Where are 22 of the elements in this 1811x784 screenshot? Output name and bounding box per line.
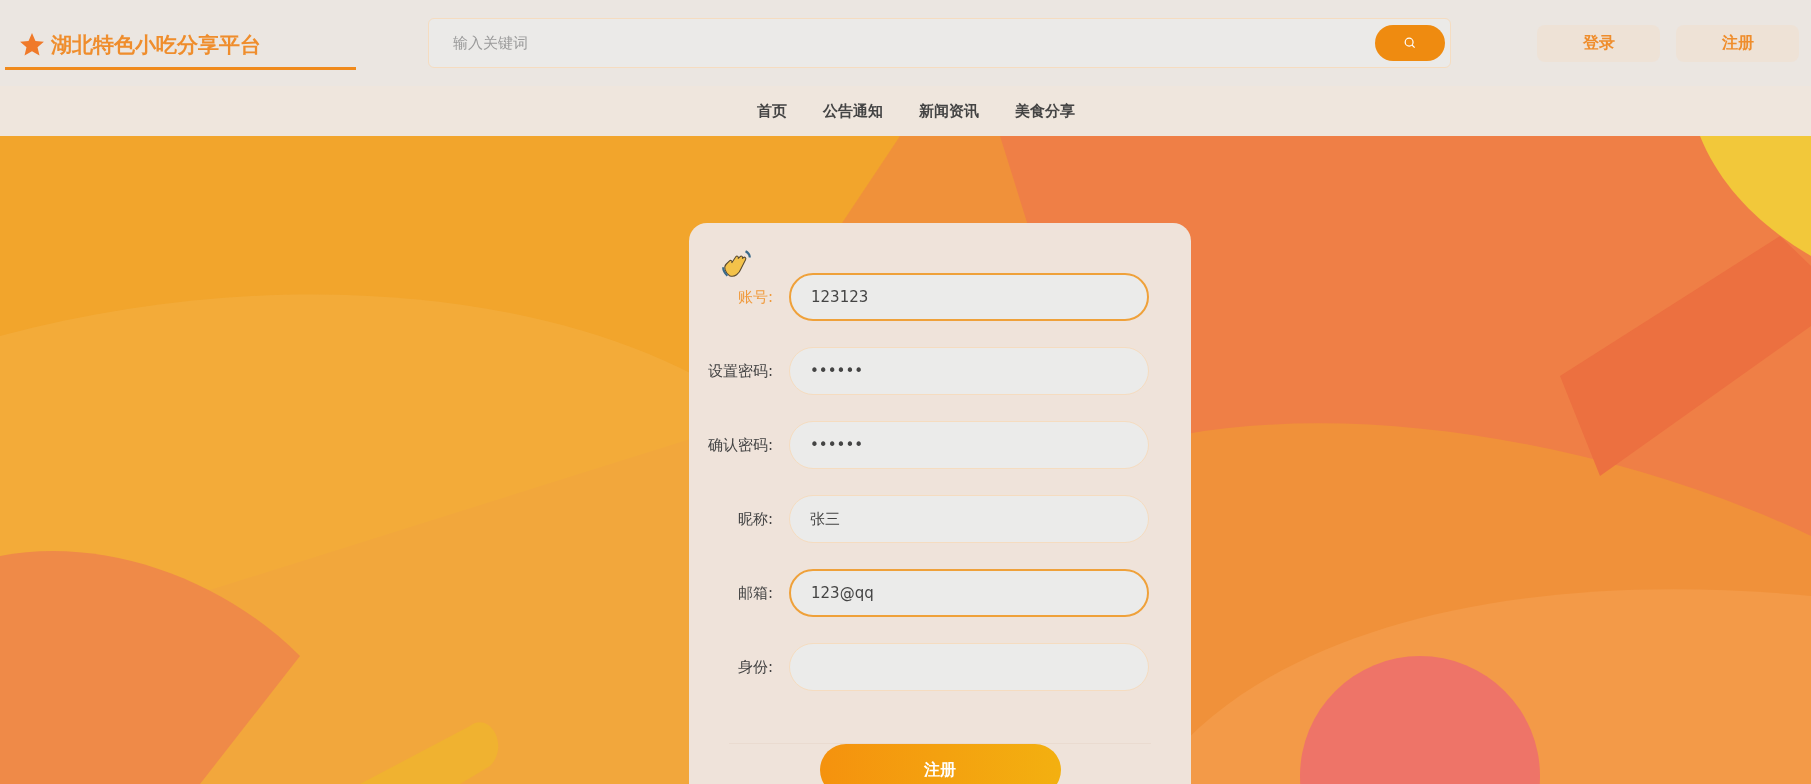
nav-link[interactable]: 公告通知 xyxy=(822,101,883,121)
site-title: 湖北特色小吃分享平台 xyxy=(51,31,261,59)
search-icon xyxy=(1403,36,1417,50)
field-label: 确认密码: xyxy=(706,435,773,455)
input-field[interactable]: •••••• xyxy=(789,421,1149,469)
search-field[interactable]: 输入关键词 xyxy=(428,18,1451,68)
input-field[interactable]: 张三 xyxy=(789,495,1149,543)
input-field[interactable]: 123123 xyxy=(789,273,1149,321)
field-label: 设置密码: xyxy=(706,361,773,381)
nav-link[interactable]: 美食分享 xyxy=(1014,101,1075,121)
input-field[interactable] xyxy=(789,643,1149,691)
waving-hand-icon xyxy=(721,248,753,280)
field-label: 身份: xyxy=(736,657,773,677)
nav-link[interactable]: 新闻资讯 xyxy=(918,101,979,121)
input-field[interactable]: 123@qq xyxy=(789,569,1149,617)
field-label: 邮箱: xyxy=(736,583,773,603)
input-field[interactable]: •••••• xyxy=(789,347,1149,395)
field-label: 昵称: xyxy=(736,509,773,529)
search-button[interactable] xyxy=(1375,25,1445,61)
star-icon xyxy=(19,31,45,58)
field-label: 账号: xyxy=(736,287,773,307)
nav-link[interactable]: 首页 xyxy=(756,101,787,121)
